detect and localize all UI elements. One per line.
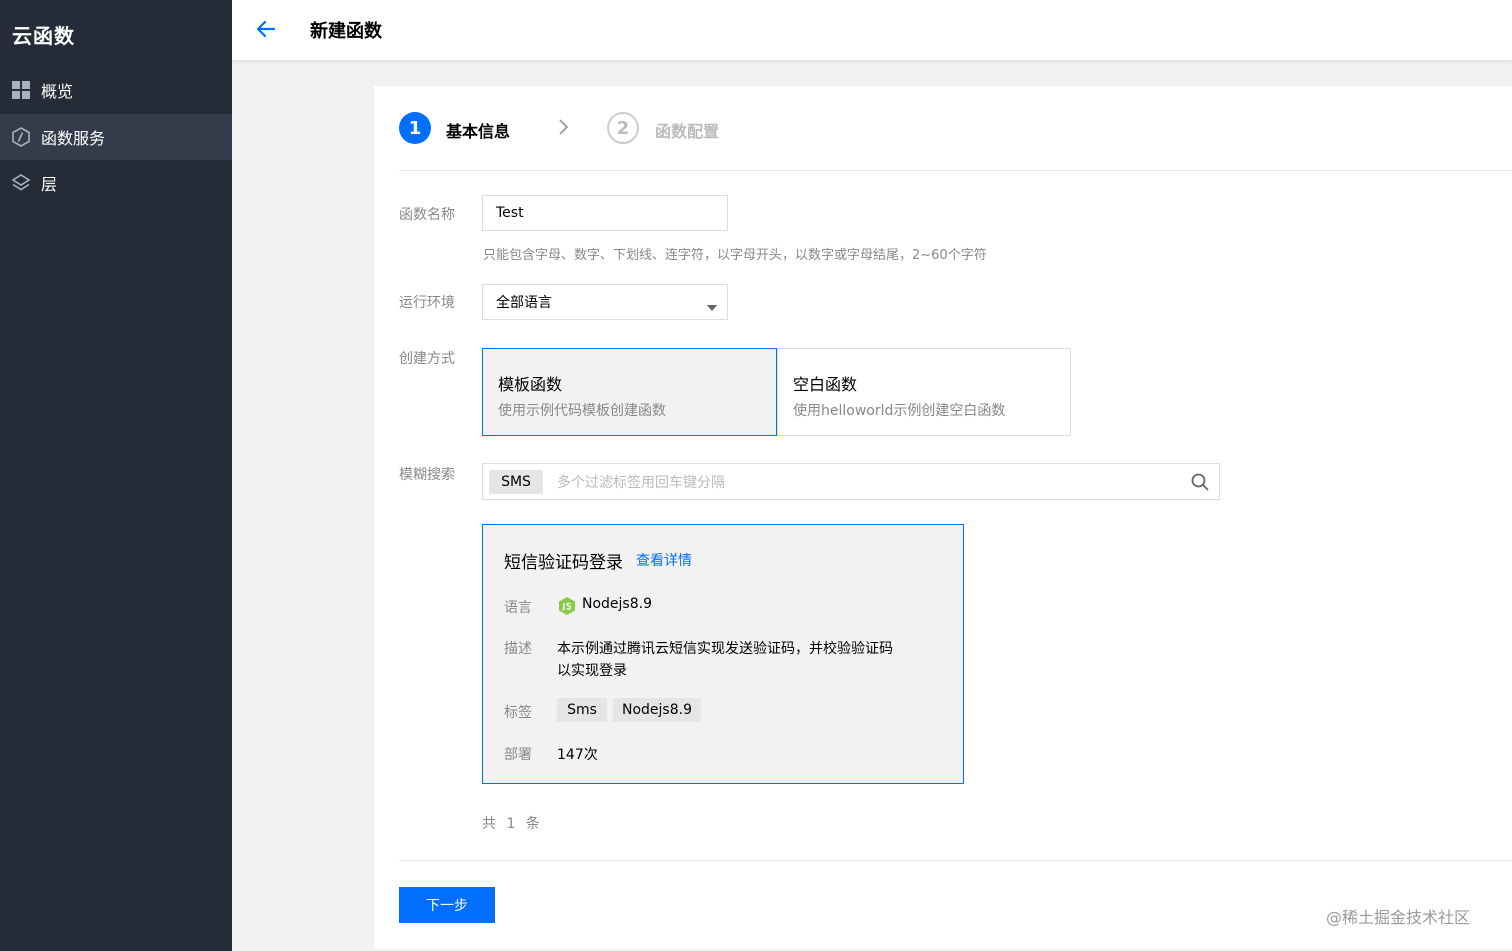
step-1-label: 基本信息 — [446, 122, 511, 141]
tag-chip: Nodejs8.9 — [613, 698, 701, 722]
function-name-label: 函数名称 — [399, 207, 455, 223]
sidebar-item-label: 层 — [41, 175, 58, 194]
search-input[interactable]: SMS 多个过滤标签用回车键分隔 — [482, 463, 1220, 500]
tag-chip: Sms — [557, 698, 607, 722]
sidebar-item-label: 函数服务 — [41, 129, 106, 148]
sidebar-item-overview[interactable]: 概览 — [0, 67, 232, 113]
step-2-indicator: 2 — [607, 112, 639, 144]
description-key: 描述 — [504, 641, 532, 657]
language-value: Nodejs8.9 — [582, 596, 652, 612]
layers-icon — [11, 173, 31, 193]
page-title: 新建函数 — [310, 21, 382, 42]
steps-divider — [399, 170, 1512, 171]
caret-down-icon — [707, 299, 717, 315]
tags-key: 标签 — [504, 705, 532, 721]
runtime-label: 运行环境 — [399, 295, 455, 311]
sidebar-item-layers[interactable]: 层 — [0, 160, 232, 206]
description-line-1: 本示例通过腾讯云短信实现发送验证码，并校验验证码 — [557, 641, 893, 657]
option-title: 模板函数 — [498, 375, 563, 394]
fuzzy-search-label: 模糊搜索 — [399, 467, 455, 483]
grid-icon — [11, 80, 31, 100]
function-name-hint: 只能包含字母、数字、下划线、连字符，以字母开头，以数字或字母结尾，2~60个字符 — [483, 248, 987, 263]
create-method-label: 创建方式 — [399, 351, 455, 367]
chevron-right-icon — [556, 118, 570, 140]
total-suffix: 条 — [525, 816, 540, 832]
nodejs-icon — [557, 596, 577, 620]
search-icon[interactable] — [1191, 473, 1209, 495]
search-placeholder: 多个过滤标签用回车键分隔 — [557, 474, 725, 491]
blank-function-option[interactable]: 空白函数 使用helloworld示例创建空白函数 — [777, 348, 1071, 436]
pagination-total: 共 1 条 — [482, 813, 540, 833]
option-title: 空白函数 — [793, 375, 858, 394]
deploy-count: 147次 — [557, 747, 598, 763]
function-icon — [11, 127, 31, 147]
footer-divider — [399, 860, 1512, 861]
next-step-button[interactable]: 下一步 — [399, 887, 495, 923]
description-line-2: 以实现登录 — [557, 663, 627, 679]
option-description: 使用helloworld示例创建空白函数 — [793, 403, 1006, 419]
sidebar: 云函数 概览 函数服务 层 — [0, 0, 232, 951]
template-card[interactable]: 短信验证码登录 查看详情 语言 Nodejs8.9 描述 本示例通过腾讯云短信实… — [482, 524, 964, 784]
back-arrow-icon[interactable] — [254, 17, 278, 41]
option-description: 使用示例代码模板创建函数 — [498, 403, 666, 419]
deploy-key: 部署 — [504, 747, 532, 763]
step-2-label: 函数配置 — [655, 122, 720, 141]
app-brand: 云函数 — [12, 24, 75, 48]
step-1-indicator: 1 — [399, 112, 431, 144]
template-function-option[interactable]: 模板函数 使用示例代码模板创建函数 — [482, 348, 777, 436]
template-title: 短信验证码登录 — [504, 553, 623, 573]
page-header: 新建函数 — [232, 0, 1512, 60]
create-function-card: 1 基本信息 2 函数配置 函数名称 Test 只能包含字母、数字、下划线、连字… — [374, 86, 1512, 949]
sidebar-item-label: 概览 — [41, 82, 74, 101]
sidebar-item-functions[interactable]: 函数服务 — [0, 114, 232, 160]
total-count: 1 — [506, 816, 516, 832]
total-prefix: 共 — [482, 816, 496, 832]
view-details-link[interactable]: 查看详情 — [636, 550, 692, 570]
watermark: @稀土掘金技术社区 — [1326, 908, 1471, 927]
search-tag[interactable]: SMS — [489, 469, 543, 494]
language-key: 语言 — [504, 600, 532, 616]
function-name-input[interactable]: Test — [482, 195, 728, 231]
runtime-select-value: 全部语言 — [496, 295, 552, 311]
runtime-select[interactable]: 全部语言 — [482, 284, 728, 320]
